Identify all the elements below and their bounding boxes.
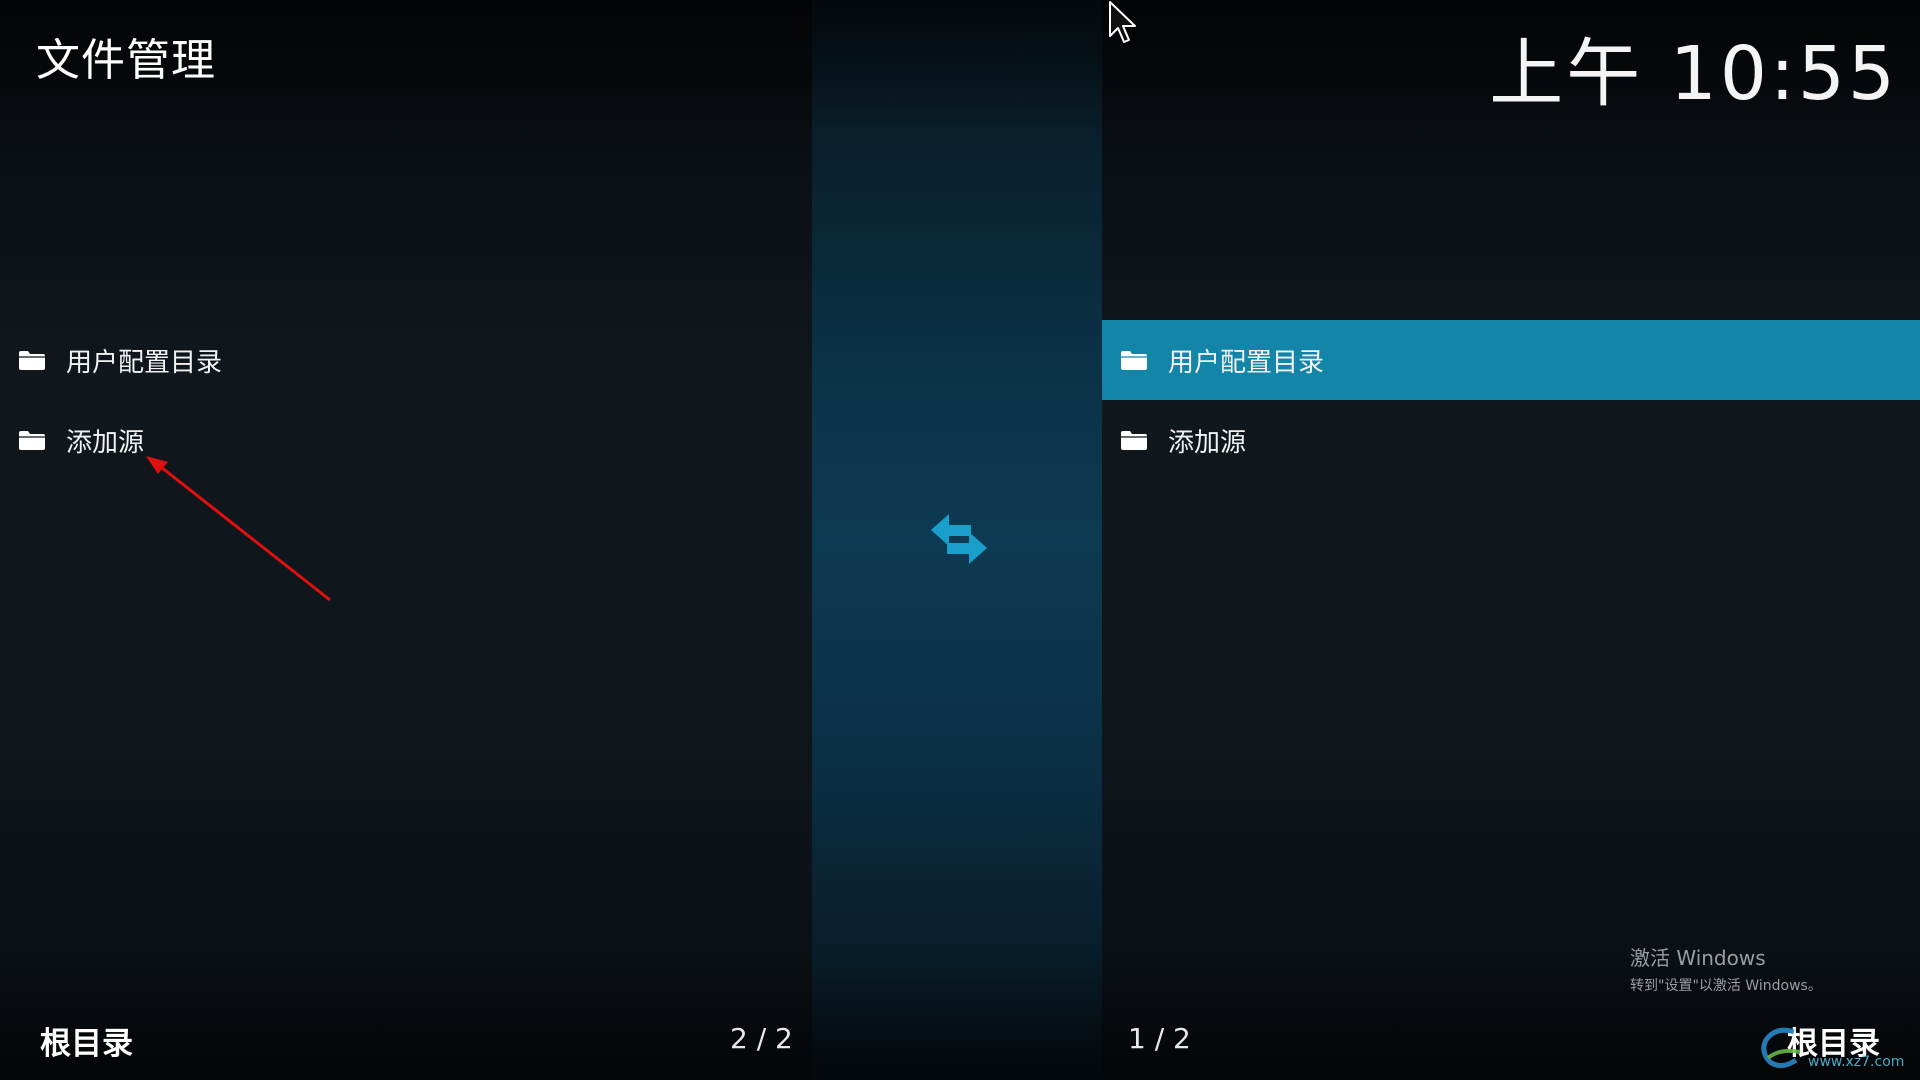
right-item-label: 用户配置目录 bbox=[1168, 347, 1325, 378]
folder-icon bbox=[1121, 431, 1147, 450]
folder-icon bbox=[19, 431, 45, 450]
right-item-add-source[interactable]: 添加源 bbox=[1102, 400, 1920, 480]
right-footer-count: 1 / 2 bbox=[1128, 1022, 1191, 1055]
clock: 上午 10:55 bbox=[1489, 31, 1898, 117]
watermark-subtitle: 转到"设置"以激活 Windows。 bbox=[1630, 978, 1822, 994]
left-item-label: 用户配置目录 bbox=[66, 347, 223, 378]
mouse-cursor-icon bbox=[1109, 1, 1136, 43]
site-url: www.xz7.com bbox=[1808, 1054, 1905, 1070]
swap-arrows-icon[interactable] bbox=[925, 508, 993, 570]
folder-icon bbox=[19, 351, 45, 370]
watermark-title: 激活 Windows bbox=[1630, 946, 1766, 970]
right-file-list: 用户配置目录 添加源 bbox=[1102, 320, 1920, 480]
page-title: 文件管理 bbox=[36, 35, 216, 86]
windows-activation-watermark: 激活 Windows 转到"设置"以激活 Windows。 bbox=[1630, 942, 1822, 995]
right-item-label: 添加源 bbox=[1168, 427, 1247, 458]
left-item-label: 添加源 bbox=[66, 427, 145, 458]
file-manager-screen: 文件管理 上午 10:55 用户配置目录 添加源 用户配置目录 添加源 根目录 … bbox=[0, 0, 1920, 1080]
folder-icon bbox=[1121, 351, 1147, 370]
site-logo-icon bbox=[1761, 1027, 1801, 1068]
left-footer-count: 2 / 2 bbox=[730, 1022, 793, 1055]
left-file-list: 用户配置目录 添加源 bbox=[0, 320, 812, 480]
left-item-user-profile[interactable]: 用户配置目录 bbox=[0, 320, 812, 400]
right-item-user-profile[interactable]: 用户配置目录 bbox=[1102, 320, 1920, 400]
site-logo-watermark: www.xz7.com bbox=[1756, 1022, 1916, 1074]
left-item-add-source[interactable]: 添加源 bbox=[0, 400, 812, 480]
left-footer-path: 根目录 bbox=[40, 1026, 133, 1062]
